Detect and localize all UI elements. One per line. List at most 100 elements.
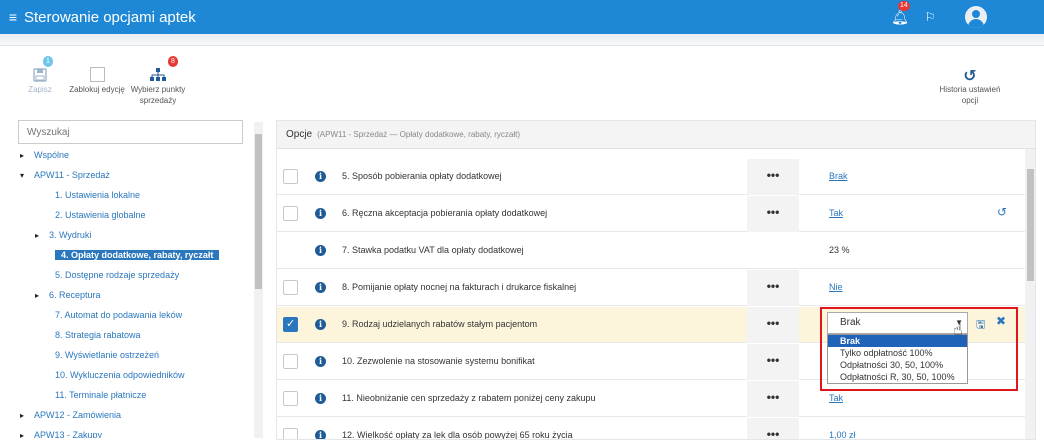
option-value[interactable]: 1,00 zł: [829, 430, 856, 439]
caret-right-icon[interactable]: ▸: [35, 287, 49, 305]
save-label: Zapisz: [28, 85, 52, 94]
option-value[interactable]: Brak: [829, 171, 848, 181]
tree-node-label: 5. Dostępne rodzaje sprzedaży: [55, 270, 180, 280]
info-icon[interactable]: i: [315, 356, 326, 367]
options-scrollbar[interactable]: [1025, 149, 1035, 439]
app-header: ≡ Sterowanie opcjami aptek 🔔︎ 14 ⚐: [0, 0, 1044, 34]
tree-node[interactable]: ▸ 6. Receptura: [35, 286, 101, 304]
save-badge: 1: [43, 56, 53, 67]
option-label: 5. Sposób pobierania opłaty dodatkowej: [342, 171, 502, 181]
tree-node[interactable]: ▾ APW11 - Sprzedaż: [20, 166, 110, 184]
hand-cursor-icon: ☝: [953, 322, 963, 339]
tree-node-label: 10. Wykluczenia odpowiedników: [55, 370, 185, 380]
tree-node-label: 6. Receptura: [49, 290, 101, 300]
close-icon[interactable]: ✖: [996, 314, 1006, 328]
tree-node[interactable]: 9. Wyświetlanie ostrzeżeń: [35, 346, 159, 364]
option-value[interactable]: Tak: [829, 393, 843, 403]
options-header: Opcje (APW11 - Sprzedaż — Opłaty dodatkow…: [277, 121, 1035, 149]
menu-icon[interactable]: ≡: [2, 9, 24, 25]
more-options-button[interactable]: •••: [747, 344, 799, 380]
notifications-bell-icon[interactable]: 🔔︎ 14: [885, 0, 915, 26]
history-icon: ↺: [963, 68, 977, 85]
flag-icon[interactable]: ⚐: [915, 10, 945, 24]
option-row[interactable]: i 8. Pomijanie opłaty nocnej na fakturach…: [277, 270, 1025, 306]
points-badge: 8: [168, 56, 178, 67]
more-options-button[interactable]: •••: [747, 307, 799, 343]
tree-node[interactable]: 5. Dostępne rodzaje sprzedaży: [35, 266, 179, 284]
discount-type-select[interactable]: Brak ▼: [827, 312, 968, 334]
tree-node[interactable]: 1. Ustawienia lokalne: [35, 186, 140, 204]
tree-node[interactable]: ▸ APW12 - Zamówienia: [20, 406, 121, 424]
tree-node[interactable]: 10. Wykluczenia odpowiedników: [35, 366, 185, 384]
dropdown-option[interactable]: Odpłatności R, 30, 50, 100%: [828, 371, 967, 383]
more-options-button[interactable]: •••: [747, 159, 799, 195]
caret-right-icon[interactable]: ▸: [20, 147, 34, 165]
row-checkbox[interactable]: [283, 169, 298, 184]
tree-node-label: Wspólne: [34, 150, 70, 160]
dropdown-option[interactable]: Tylko odpłatność 100%: [828, 347, 967, 359]
tree-node[interactable]: 2. Ustawienia globalne: [35, 206, 146, 224]
tree-node[interactable]: 8. Strategia rabatowa: [35, 326, 141, 344]
dropdown-option[interactable]: Brak: [828, 335, 967, 347]
more-options-button[interactable]: •••: [747, 270, 799, 306]
dropdown-options: Brak Tylko odpłatność 100% Odpłatności 30,…: [827, 334, 968, 384]
select-points-button[interactable]: 8 Wybierz punkty sprzedaży: [118, 56, 198, 106]
more-options-button[interactable]: •••: [747, 418, 799, 439]
info-icon[interactable]: i: [315, 282, 326, 293]
info-icon[interactable]: i: [315, 245, 326, 256]
tree-node-label: 3. Wydruki: [49, 230, 92, 240]
caret-right-icon[interactable]: ▸: [20, 427, 34, 438]
caret-right-icon[interactable]: ▸: [35, 227, 49, 245]
tree-node[interactable]: 7. Automat do podawania leków: [35, 306, 182, 324]
more-options-button[interactable]: •••: [747, 381, 799, 417]
breadcrumb: (APW11 - Sprzedaż — Opłaty dodatkowe, ra…: [317, 130, 521, 139]
tree-node[interactable]: 11. Terminale płatnicze: [35, 386, 146, 404]
row-checkbox[interactable]: [283, 317, 298, 332]
save-icon: [33, 68, 47, 82]
info-icon[interactable]: i: [315, 208, 326, 219]
select-points-label: Wybierz punkty sprzedaży: [130, 85, 186, 105]
tree-node-label: 11. Terminale płatnicze: [55, 390, 147, 400]
row-checkbox[interactable]: [283, 428, 298, 439]
undo-icon[interactable]: ↺: [997, 205, 1007, 219]
tree-node[interactable]: ▸ APW13 - Zakupy: [20, 426, 102, 438]
row-checkbox[interactable]: [283, 354, 298, 369]
row-checkbox[interactable]: [283, 206, 298, 221]
tree-node-label: 2. Ustawienia globalne: [55, 210, 146, 220]
user-avatar[interactable]: [965, 6, 987, 28]
tree-node[interactable]: ▸ 3. Wydruki: [35, 226, 91, 244]
option-label: 7. Stawka podatku VAT dla opłaty dodatko…: [342, 245, 524, 255]
option-value: 23 %: [829, 245, 850, 255]
save-button[interactable]: 1 Zapisz: [22, 56, 58, 95]
tree-scrollbar[interactable]: [254, 122, 263, 438]
dropdown-option[interactable]: Odpłatności 30, 50, 100%: [828, 359, 967, 371]
option-value[interactable]: Tak: [829, 208, 843, 218]
option-row[interactable]: i 5. Sposób pobierania opłaty dodatkowej •…: [277, 159, 1025, 195]
option-row[interactable]: i 12. Wielkość opłaty za lek dla osób pow…: [277, 418, 1025, 440]
toolbar: 1 Zapisz Zablokuj edycję 8 Wybierz punkt…: [0, 46, 1044, 114]
info-icon[interactable]: i: [315, 393, 326, 404]
info-icon[interactable]: i: [315, 171, 326, 182]
option-label: 12. Wielkość opłaty za lek dla osób powy…: [342, 430, 573, 440]
tree-node[interactable]: ▸ Wspólne: [20, 146, 69, 164]
caret-right-icon[interactable]: ▸: [20, 407, 34, 425]
row-checkbox[interactable]: [283, 280, 298, 295]
more-options-button[interactable]: •••: [747, 196, 799, 232]
option-row[interactable]: i 6. Ręczna akceptacja pobierania opłaty …: [277, 196, 1025, 232]
option-row[interactable]: i 7. Stawka podatku VAT dla opłaty dodatk…: [277, 233, 1025, 269]
tree-node[interactable]: 4. Opłaty dodatkowe, rabaty, ryczałt: [35, 246, 220, 264]
options-panel: Opcje (APW11 - Sprzedaż — Opłaty dodatkow…: [276, 120, 1036, 440]
search-input[interactable]: [18, 120, 243, 144]
lock-checkbox-icon: [89, 67, 105, 82]
save-row-icon[interactable]: 🖫︎: [976, 316, 988, 331]
history-button[interactable]: ↺ Historia ustawień opcji: [934, 60, 1006, 106]
options-title: Opcje: [286, 129, 313, 140]
tree-node-label: APW13 - Zakupy: [34, 430, 103, 438]
caret-down-icon[interactable]: ▾: [20, 167, 34, 185]
info-icon[interactable]: i: [315, 430, 326, 439]
option-value[interactable]: Nie: [829, 282, 843, 292]
row-checkbox[interactable]: [283, 391, 298, 406]
info-icon[interactable]: i: [315, 319, 326, 330]
option-label: 6. Ręczna akceptacja pobierania opłaty d…: [342, 208, 548, 218]
tree-node-label: APW11 - Sprzedaż: [34, 170, 110, 180]
